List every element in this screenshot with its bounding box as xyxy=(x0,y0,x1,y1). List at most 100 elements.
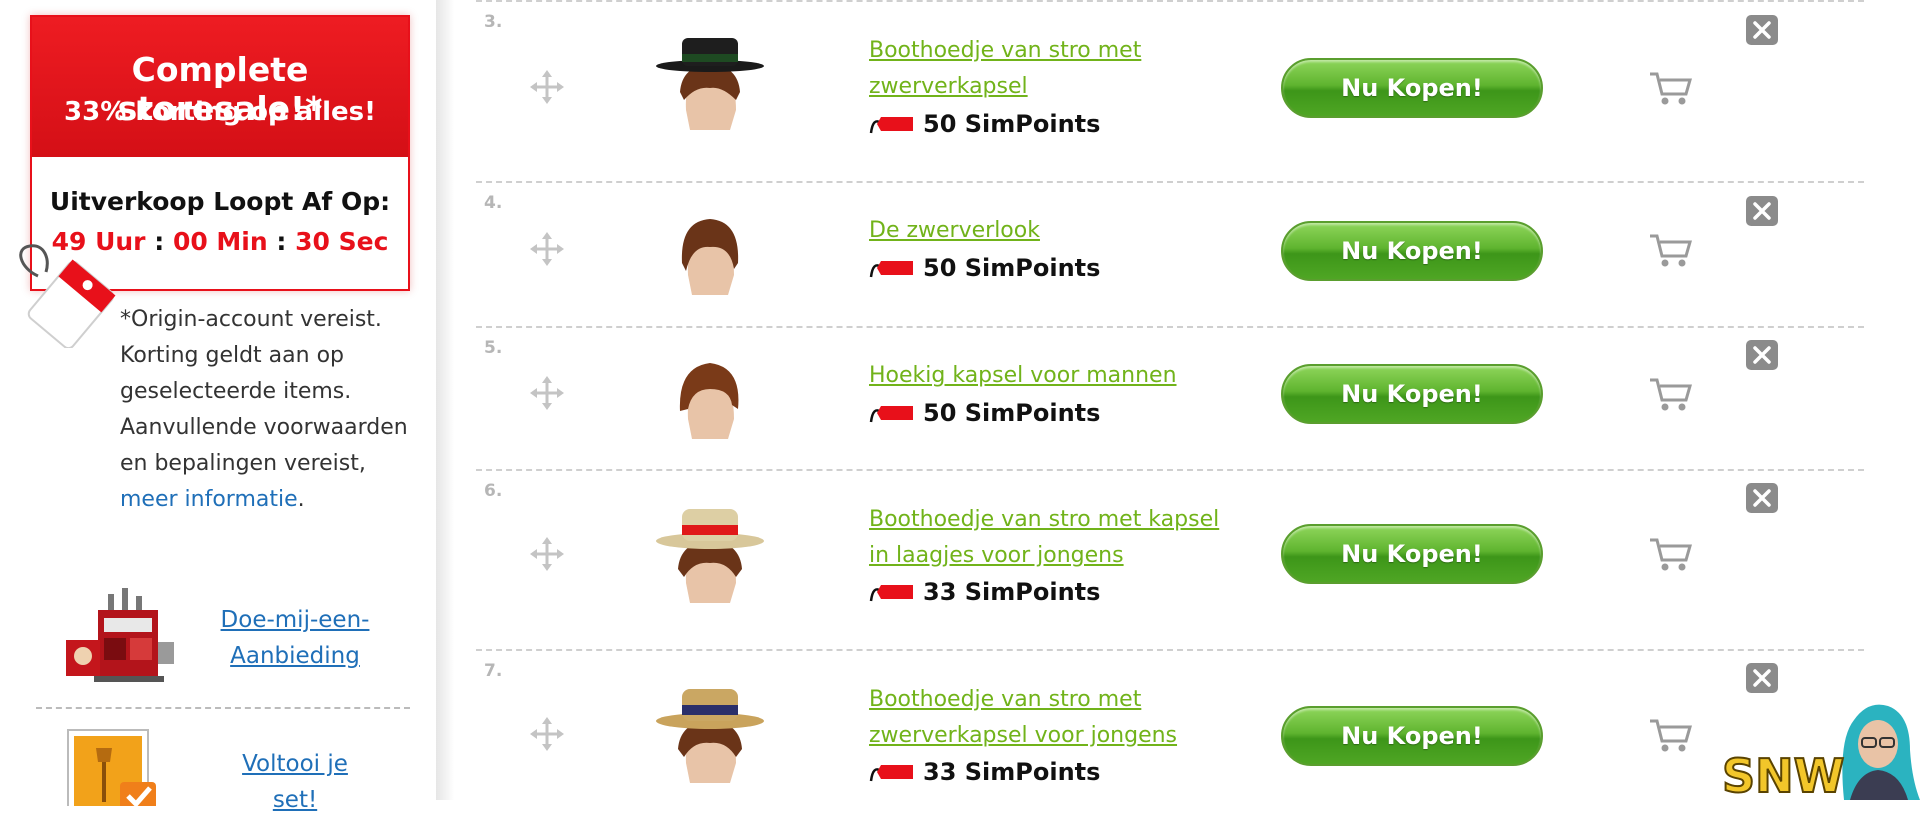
make-me-an-offer[interactable]: Doe-mij-een- Aanbieding xyxy=(60,580,430,690)
item-preview-avatar xyxy=(681,219,739,295)
item-price: 33 SimPoints xyxy=(869,755,1100,789)
offer-machine-icon xyxy=(66,588,174,682)
price-tag-icon xyxy=(19,244,116,348)
buy-now-button[interactable]: Nu Kopen! xyxy=(1281,221,1543,281)
list-item: 7. Boothoedje van stro met zwerverkapsel… xyxy=(476,649,1864,800)
complete-set-link[interactable]: Voltooi je set! xyxy=(210,746,380,818)
complete-set-line: Voltooi je xyxy=(242,751,348,777)
storesale-subtitle: 33% korting op alles! xyxy=(64,97,376,127)
snw-watermark-logo: SNW xyxy=(1721,704,1920,800)
item-price: 50 SimPoints xyxy=(869,107,1100,141)
item-name-link[interactable]: Boothoedje van stro met zwerverkapsel xyxy=(869,33,1269,105)
move-icon[interactable] xyxy=(530,537,564,571)
sidebar-edge xyxy=(436,0,454,800)
item-price: 50 SimPoints xyxy=(869,251,1100,285)
item-price-value: 33 SimPoints xyxy=(923,578,1101,606)
item-name-line: Boothoedje van stro met xyxy=(869,687,1142,712)
list-item: 4. De zwerverlook 50 SimPoints Nu Kopen! xyxy=(476,181,1864,326)
cart-icon[interactable] xyxy=(1648,536,1692,572)
buy-now-button[interactable]: Nu Kopen! xyxy=(1281,364,1543,424)
disclaimer-line: meer informatie. xyxy=(120,482,420,518)
offer-link-line: Aanbieding xyxy=(230,643,360,669)
wishlist-items: 3. Boothoedje van stro met zwerverkapsel… xyxy=(476,0,1864,800)
item-preview-avatar xyxy=(656,689,764,783)
complete-set-line: set! xyxy=(272,787,318,813)
item-preview-avatar xyxy=(656,509,764,603)
item-name-line: in laagjes voor jongens xyxy=(869,543,1124,568)
disclaimer-end: . xyxy=(297,487,305,512)
cart-icon[interactable] xyxy=(1648,232,1692,268)
item-preview-avatar xyxy=(679,363,739,439)
list-item: 6. Boothoedje van stro met kapsel in laa… xyxy=(476,469,1864,649)
item-price: 50 SimPoints xyxy=(869,396,1100,430)
row-separator xyxy=(476,649,1864,651)
remove-item-button[interactable] xyxy=(1746,663,1778,693)
storesale-header: Complete storesale!* 33% korting op alle… xyxy=(32,17,408,157)
countdown-minutes: 00 Min xyxy=(172,227,268,256)
countdown-sep: : xyxy=(276,227,287,256)
sidebar: Complete storesale!* 33% korting op alle… xyxy=(0,0,436,813)
row-separator xyxy=(476,326,1864,328)
item-number: 7. xyxy=(484,661,503,681)
remove-item-button[interactable] xyxy=(1746,196,1778,226)
complete-your-set[interactable]: Voltooi je set! xyxy=(60,726,430,813)
disclaimer-line: geselecteerde items. xyxy=(120,379,352,404)
item-price-value: 50 SimPoints xyxy=(923,254,1101,282)
item-price-value: 50 SimPoints xyxy=(923,399,1101,427)
remove-item-button[interactable] xyxy=(1746,483,1778,513)
sale-expiry-label: Uitverkoop Loopt Af Op: xyxy=(49,187,391,216)
buy-now-button[interactable]: Nu Kopen! xyxy=(1281,706,1543,766)
buy-now-button[interactable]: Nu Kopen! xyxy=(1281,524,1543,584)
disclaimer-line: Korting geldt aan op xyxy=(120,343,344,368)
list-item: 3. Boothoedje van stro met zwerverkapsel… xyxy=(476,0,1864,180)
item-name-link[interactable]: De zwerverlook xyxy=(869,213,1269,249)
item-name-line: Boothoedje van stro met kapsel xyxy=(869,507,1220,532)
item-price: 33 SimPoints xyxy=(869,575,1100,609)
disclaimer-line: en bepalingen vereist, xyxy=(120,451,366,476)
countdown-seconds: 30 Sec xyxy=(295,227,389,256)
list-item: 5. Hoekig kapsel voor mannen 50 SimPoint… xyxy=(476,326,1864,469)
simpoints-tag-icon xyxy=(869,585,913,602)
move-icon[interactable] xyxy=(530,232,564,266)
cart-icon[interactable] xyxy=(1648,70,1692,106)
buy-now-button[interactable]: Nu Kopen! xyxy=(1281,58,1543,118)
item-price-value: 33 SimPoints xyxy=(923,758,1101,786)
item-number: 3. xyxy=(484,12,503,32)
simpoints-tag-icon xyxy=(869,261,913,278)
offer-link-line: Doe-mij-een- xyxy=(220,607,370,633)
row-separator xyxy=(476,181,1864,183)
item-name-line: zwerverkapsel voor jongens xyxy=(869,723,1178,748)
item-number: 6. xyxy=(484,481,503,501)
simpoints-tag-icon xyxy=(869,406,913,423)
item-price-value: 50 SimPoints xyxy=(923,110,1101,138)
item-name-link[interactable]: Hoekig kapsel voor mannen xyxy=(869,358,1269,394)
item-name-line: De zwerverlook xyxy=(869,218,1040,243)
watermark-text: SNW xyxy=(1722,749,1844,800)
row-separator xyxy=(476,469,1864,471)
more-info-link[interactable]: meer informatie xyxy=(120,487,298,512)
cart-icon[interactable] xyxy=(1648,717,1692,753)
countdown-sep: : xyxy=(154,227,165,256)
item-name-line: zwerverkapsel xyxy=(869,74,1028,99)
disclaimer-line: *Origin-account vereist. xyxy=(120,307,382,332)
item-preview-avatar xyxy=(656,38,764,130)
simpoints-tag-icon xyxy=(869,765,913,782)
move-icon[interactable] xyxy=(530,717,564,751)
item-name-line: Hoekig kapsel voor mannen xyxy=(869,363,1177,388)
complete-set-icon xyxy=(67,729,156,806)
remove-item-button[interactable] xyxy=(1746,340,1778,370)
remove-item-button[interactable] xyxy=(1746,15,1778,45)
item-name-line: Boothoedje van stro met xyxy=(869,38,1142,63)
item-number: 5. xyxy=(484,338,503,358)
item-name-link[interactable]: Boothoedje van stro met kapsel in laagje… xyxy=(869,502,1269,574)
offer-link[interactable]: Doe-mij-een- Aanbieding xyxy=(210,602,380,674)
move-icon[interactable] xyxy=(530,376,564,410)
move-icon[interactable] xyxy=(530,70,564,104)
cart-icon[interactable] xyxy=(1648,376,1692,412)
sale-disclaimer: *Origin-account vereist. Korting geldt a… xyxy=(120,302,420,518)
row-separator xyxy=(476,0,1864,2)
disclaimer-line: Aanvullende voorwaarden xyxy=(120,415,408,440)
simpoints-tag-icon xyxy=(869,117,913,134)
item-name-link[interactable]: Boothoedje van stro met zwerverkapsel vo… xyxy=(869,682,1269,754)
item-number: 4. xyxy=(484,193,503,213)
